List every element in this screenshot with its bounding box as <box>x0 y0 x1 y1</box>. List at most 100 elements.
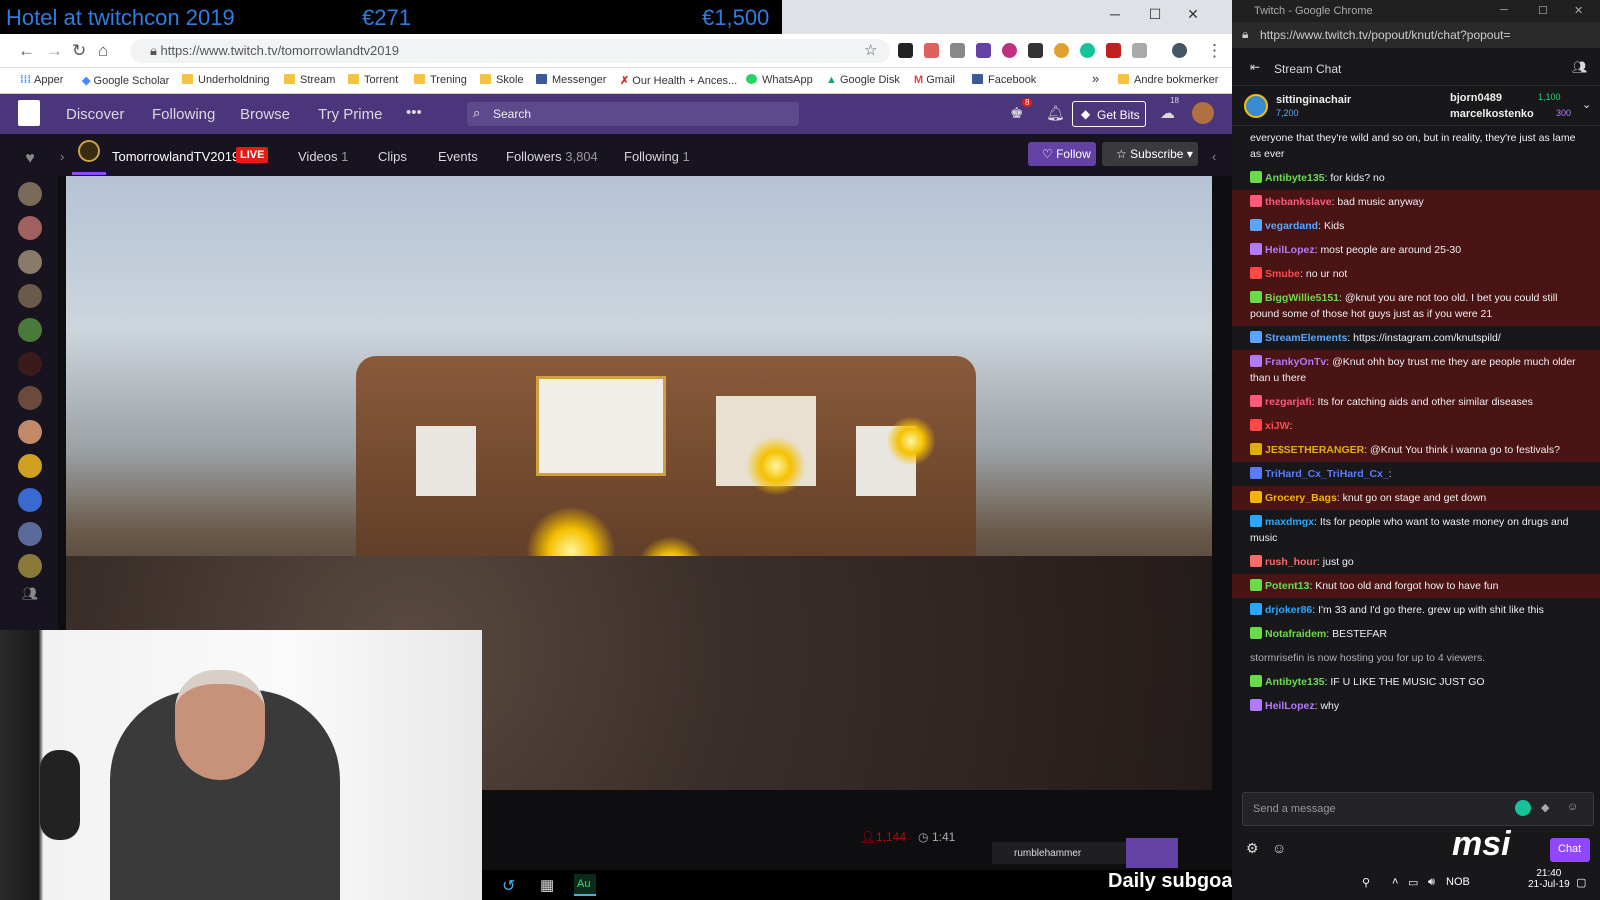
sidebar-channel-avatar[interactable] <box>18 522 42 546</box>
chat-username[interactable]: FrankyOnTv <box>1265 356 1326 368</box>
sidebar-channel-avatar[interactable] <box>18 250 42 274</box>
taskbar-clock[interactable]: 21:40 21-Jul-19 <box>1528 868 1570 890</box>
extension-icon[interactable] <box>924 43 939 58</box>
collapse-chat-icon[interactable]: ⇤ <box>1250 60 1260 74</box>
extension-icon[interactable] <box>1106 43 1121 58</box>
collapse-icon[interactable]: ‹ <box>1212 149 1216 164</box>
extension-icon[interactable] <box>1132 43 1147 58</box>
user-avatar[interactable] <box>1192 102 1214 124</box>
maximize-button[interactable]: ☐ <box>1140 6 1170 23</box>
tray-chevron-icon[interactable]: ˄ <box>1392 876 1398 888</box>
bookmarks-overflow[interactable]: » <box>1092 71 1099 86</box>
chat-username[interactable]: HeilLopez <box>1265 244 1315 256</box>
heart-icon[interactable]: ♥ <box>18 150 42 174</box>
minimize-button[interactable]: ─ <box>1100 6 1130 22</box>
notification-center-icon[interactable]: ▢ <box>1576 876 1586 889</box>
star-icon[interactable]: ☆ <box>864 41 877 59</box>
bookmark-underholdning[interactable]: Underholdning <box>182 74 270 86</box>
bookmark-our-health[interactable]: ✗ Our Health + Ances... <box>620 74 737 87</box>
follow-button[interactable]: ♡ Follow <box>1028 142 1096 166</box>
sidebar-channel-avatar[interactable] <box>18 352 42 376</box>
network-icon[interactable]: ▭ <box>1408 876 1418 889</box>
close-button[interactable]: ✕ <box>1178 6 1208 23</box>
channel-avatar[interactable] <box>78 140 100 162</box>
bookmark-trening[interactable]: Trening <box>414 74 467 86</box>
leader-name[interactable]: bjorn0489 <box>1450 92 1502 104</box>
tab-following[interactable]: Following 1 <box>624 149 690 164</box>
leader-name[interactable]: marcelkostenko <box>1450 108 1534 120</box>
calculator-icon[interactable]: ▦ <box>540 876 554 894</box>
bookmark-whatsapp[interactable]: WhatsApp <box>746 74 813 86</box>
chat-username[interactable]: Smube <box>1265 268 1300 280</box>
get-bits-button[interactable]: ◆ Get Bits <box>1072 101 1146 127</box>
bookmark-facebook[interactable]: Facebook <box>972 74 1036 86</box>
people-icon[interactable]: ⚲ <box>1362 876 1370 889</box>
nav-browse[interactable]: Browse <box>240 106 290 123</box>
crown-rewards-icon[interactable]: ☁ <box>1160 104 1175 122</box>
forward-icon[interactable]: → <box>46 41 63 61</box>
chat-username[interactable]: Notafraidem <box>1265 628 1326 640</box>
app-icon[interactable]: ↺ <box>502 876 515 896</box>
sidebar-channel-avatar[interactable] <box>18 420 42 444</box>
chat-url-bar[interactable]: 🔒︎ https://www.twitch.tv/popout/knut/chat… <box>1232 22 1600 48</box>
minimize-button[interactable]: ─ <box>1500 4 1508 16</box>
chat-username[interactable]: Potent13 <box>1265 580 1309 592</box>
chat-username[interactable]: maxdmgx <box>1265 516 1314 528</box>
nav-discover[interactable]: Discover <box>66 106 124 123</box>
friends-icon[interactable]: 👥︎ <box>18 586 42 610</box>
grammarly-icon[interactable] <box>1515 800 1531 816</box>
sidebar-channel-avatar[interactable] <box>18 454 42 478</box>
channel-name[interactable]: TomorrowlandTV2019 <box>112 149 239 164</box>
extension-icon[interactable] <box>1028 43 1043 58</box>
tab-events[interactable]: Events <box>438 149 478 164</box>
extension-icon[interactable] <box>1002 43 1017 58</box>
sidebar-channel-avatar[interactable] <box>18 554 42 578</box>
crown-icon[interactable]: ♚ <box>1010 104 1023 122</box>
twitch-logo-icon[interactable] <box>18 100 40 126</box>
sidebar-channel-avatar[interactable] <box>18 284 42 308</box>
home-icon[interactable]: ⌂ <box>98 41 108 61</box>
close-button[interactable]: ✕ <box>1574 4 1583 17</box>
audition-icon[interactable]: Au <box>574 874 596 896</box>
bookmark-messenger[interactable]: Messenger <box>536 74 606 86</box>
bits-icon[interactable]: ◆ <box>1541 801 1549 814</box>
chat-username[interactable]: Antibyte135 <box>1265 676 1325 688</box>
chat-username[interactable]: thebankslave <box>1265 196 1332 208</box>
player-button[interactable] <box>1126 838 1178 868</box>
chat-username[interactable]: Antibyte135 <box>1265 172 1325 184</box>
bookmark-apps[interactable]: ⁞⁞⁞ Apper <box>20 74 63 86</box>
chat-username[interactable]: xiJW <box>1265 420 1290 432</box>
chat-username[interactable]: HeilLopez <box>1265 700 1315 712</box>
profile-icon[interactable] <box>1172 43 1187 58</box>
leader-name[interactable]: sittinginachair <box>1276 94 1351 106</box>
users-icon[interactable]: 👥︎ <box>1572 60 1587 74</box>
emote-icon[interactable]: ☺ <box>1272 840 1286 856</box>
menu-icon[interactable]: ⋮ <box>1206 41 1223 61</box>
bookmark-google-disk[interactable]: ▲ Google Disk <box>826 74 900 86</box>
settings-gear-icon[interactable]: ⚙ <box>1246 840 1259 857</box>
sidebar-channel-avatar[interactable] <box>18 386 42 410</box>
chat-username[interactable]: vegardand <box>1265 220 1318 232</box>
chat-username[interactable]: JE$SETHERANGER <box>1265 444 1364 456</box>
extension-icon[interactable] <box>976 43 991 58</box>
sidebar-channel-avatar[interactable] <box>18 182 42 206</box>
back-icon[interactable]: ← <box>18 41 35 61</box>
bookmark-other[interactable]: Andre bokmerker <box>1118 74 1218 86</box>
sidebar-channel-avatar[interactable] <box>18 488 42 512</box>
chat-input[interactable]: Send a message ◆ ☺ <box>1242 792 1594 826</box>
chat-username[interactable]: BiggWillie5151 <box>1265 292 1339 304</box>
reload-icon[interactable]: ↻ <box>72 41 86 61</box>
chevron-down-icon[interactable]: ⌄ <box>1582 98 1591 111</box>
bookmark-skole[interactable]: Skole <box>480 74 524 86</box>
search-input[interactable]: ⌕ Search <box>467 102 799 126</box>
url-field[interactable]: 🔒︎ https://www.twitch.tv/tomorrowlandtv2… <box>130 39 890 63</box>
bookmark-torrent[interactable]: Torrent <box>348 74 398 86</box>
input-language[interactable]: NOB <box>1446 876 1470 888</box>
subscribe-button[interactable]: ☆ Subscribe ▾ <box>1102 142 1198 166</box>
chat-username[interactable]: StreamElements <box>1265 332 1347 344</box>
grammarly-icon[interactable] <box>1080 43 1095 58</box>
extension-icon[interactable] <box>950 43 965 58</box>
chat-username[interactable]: rush_hour <box>1265 556 1317 568</box>
emote-picker-icon[interactable]: ☺ <box>1567 801 1578 813</box>
extension-icon[interactable] <box>1054 43 1069 58</box>
